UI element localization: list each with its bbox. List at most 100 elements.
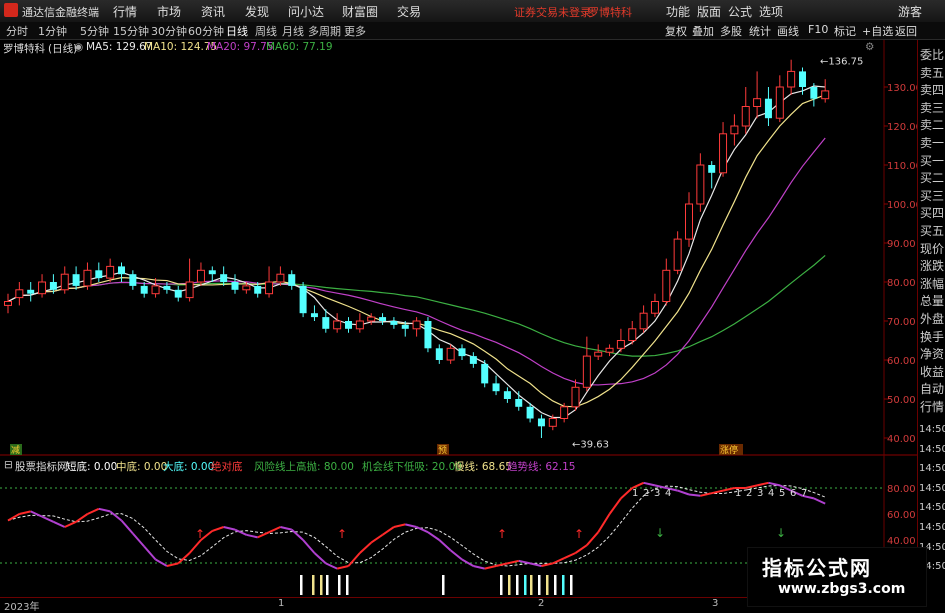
menu-function[interactable]: 功能 <box>666 3 690 20</box>
kline-chart[interactable]: ←136.75←39.63 减预涨停 ↑ ↑ ↑ ↑ ↓ ↓1 2 3 4 1 2 3 4 5 6 7 130… <box>0 40 917 597</box>
oscillator-segment <box>405 523 417 528</box>
menu-formula[interactable]: 公式 <box>728 3 752 20</box>
period-1min[interactable]: 1分钟 <box>38 23 67 39</box>
tool-back[interactable]: 返回 <box>895 23 917 39</box>
menu-wealth-circle[interactable]: 财富圈 <box>342 3 378 20</box>
trade-time-label: 14:50 <box>919 443 945 455</box>
candle-body-up <box>719 133 728 174</box>
tool-mark[interactable]: 标记 <box>834 23 856 39</box>
signal-bar <box>312 575 315 595</box>
tool-adjust[interactable]: 复权 <box>665 23 687 39</box>
trend-dashed-line <box>7 484 826 567</box>
candle-body-down <box>310 313 318 318</box>
period-30min[interactable]: 30分钟 <box>151 23 187 39</box>
oscillator-segment <box>52 520 66 528</box>
menu-discover[interactable]: 发现 <box>245 3 269 20</box>
oscillator-segment <box>608 497 622 515</box>
tool-overlay[interactable]: 叠加 <box>692 23 714 39</box>
oscillator-segment <box>302 539 316 554</box>
tool-draw[interactable]: 画线 <box>777 23 799 39</box>
candle-body-up <box>196 269 205 283</box>
candle-body-down <box>708 165 716 173</box>
period-tick[interactable]: 分时 <box>6 23 28 39</box>
oscillator-segment <box>677 489 690 496</box>
period-5min[interactable]: 5分钟 <box>80 23 109 39</box>
menu-trade[interactable]: 交易 <box>397 3 421 20</box>
candle-body-up <box>83 269 92 287</box>
menu-options[interactable]: 选项 <box>759 3 783 20</box>
indicator-collapse-icon[interactable]: ⊟ <box>4 459 13 471</box>
tool-f10[interactable]: F10 <box>808 23 828 36</box>
oscillator-segment <box>280 526 292 531</box>
count-number: 2 <box>643 488 649 499</box>
signal-bar <box>300 575 303 595</box>
count-number: 1 <box>735 488 741 499</box>
period-monthly[interactable]: 月线 <box>282 23 304 39</box>
moving-average-lines <box>7 85 826 419</box>
quote-field-20[interactable]: 行情 <box>920 398 944 415</box>
tool-statistics[interactable]: 统计 <box>749 23 771 39</box>
period-toolbar: 分时 1分钟 5分钟 15分钟 30分钟 60分钟 日线 周线 月线 多周期 更… <box>0 22 945 40</box>
count-number: 4 <box>665 488 671 499</box>
period-weekly[interactable]: 周线 <box>255 23 277 39</box>
indicator-trend-line: 趋势线: 62.15 <box>507 461 576 473</box>
oscillator-segment <box>563 552 576 560</box>
legend-settings-icon[interactable]: ◉ <box>74 41 83 53</box>
period-multi[interactable]: 多周期 <box>308 23 341 39</box>
signal-bar <box>442 575 445 595</box>
candle-body-down <box>208 270 216 275</box>
tool-multi-stock[interactable]: 多股 <box>720 23 742 39</box>
trade-time-label: 14:50 <box>919 463 945 475</box>
menu-layout[interactable]: 版面 <box>697 3 721 20</box>
timeaxis-month-2: 2 <box>538 598 545 609</box>
candle-body-down <box>174 289 182 298</box>
user-guest[interactable]: 游客 <box>898 3 922 20</box>
candle-body-down <box>401 324 409 329</box>
signal-bar <box>546 575 549 595</box>
signal-bar <box>570 575 573 595</box>
menu-quotes[interactable]: 行情 <box>113 3 137 20</box>
legend-ma20: MA20: 97.75 <box>207 41 274 53</box>
indicator-slow-line: 慢线: 68.65 <box>454 461 512 473</box>
oscillator-segment <box>768 481 781 487</box>
period-15min[interactable]: 15分钟 <box>113 23 149 39</box>
candle-body-down <box>231 282 239 290</box>
oscillator-segment <box>75 513 89 523</box>
candle-body-down <box>299 285 307 314</box>
signal-bar <box>554 575 557 595</box>
price-tick-label: 60.00 <box>887 356 916 367</box>
count-number: 6 <box>790 488 796 499</box>
oscillator-segment <box>188 539 202 554</box>
oscillator-segment <box>291 528 304 541</box>
candle-body-down <box>254 285 262 294</box>
quote-field-14: 总量 <box>920 294 945 309</box>
legend-ma5: MA5: 129.67 <box>86 41 153 53</box>
oscillator-segment <box>211 526 224 532</box>
quote-field-10: 买五 <box>920 224 945 238</box>
candle-body-down <box>95 270 103 279</box>
price-tick-label: 70.00 <box>887 317 916 328</box>
oscillator-segment <box>166 562 179 567</box>
oscillator-segment <box>700 492 712 497</box>
candle-body-down <box>390 321 398 325</box>
indicator-name[interactable]: 股票指标网 <box>15 459 68 474</box>
candle-body-down <box>49 282 57 290</box>
menu-news[interactable]: 资讯 <box>201 3 225 20</box>
quote-field-19[interactable]: 自动 <box>920 380 944 397</box>
oscillator-segment <box>813 497 826 505</box>
period-more[interactable]: 更多 <box>344 23 366 39</box>
oscillator-segment <box>64 520 77 528</box>
timeaxis-month-3: 3 <box>712 598 719 609</box>
menu-market[interactable]: 市场 <box>157 3 181 20</box>
quote-field-2: 卖四 <box>920 83 945 98</box>
app-logo-icon <box>4 3 18 17</box>
price-annotations: ←136.75 ←39.63 <box>572 57 863 451</box>
ma10-line <box>7 94 826 408</box>
settings-gear-icon[interactable]: ⚙ <box>865 41 874 53</box>
candle-body-up <box>367 316 376 322</box>
menu-ask-xiaoda[interactable]: 问小达 <box>288 3 324 20</box>
tool-add-watchlist[interactable]: +自选 <box>862 23 893 39</box>
period-60min[interactable]: 60分钟 <box>188 23 224 39</box>
trade-time-label: 14:50 <box>919 502 945 514</box>
period-daily[interactable]: 日线 <box>226 23 248 39</box>
